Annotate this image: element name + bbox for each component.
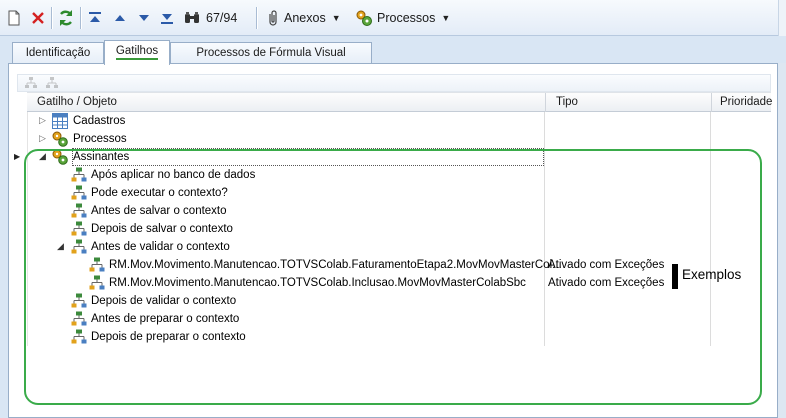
tree-row-label: Depois de preparar o contexto — [91, 331, 246, 343]
tree-row-label: Processos — [73, 133, 127, 145]
next-record-icon — [139, 15, 149, 21]
record-position-button[interactable]: 67/94 — [184, 8, 237, 28]
current-row-indicator-icon: ▶ — [14, 152, 21, 161]
first-record-button[interactable] — [88, 8, 102, 28]
tree-row-subscriber[interactable]: RM.Mov.Movimento.Manutencao.TOTVSColab.I… — [27, 274, 771, 292]
tree-row-type: Ativado com Exceções — [548, 259, 665, 271]
new-document-button[interactable] — [7, 8, 21, 28]
toolbar-separator — [80, 7, 81, 29]
processes-icon — [356, 10, 372, 26]
tree-row-label: Depois de salvar o contexto — [91, 223, 233, 235]
column-header-type[interactable]: Tipo — [545, 93, 705, 112]
tree-row-event[interactable]: Depois de validar o contexto — [27, 292, 771, 310]
tree-row-label: Pode executar o contexto? — [91, 187, 228, 199]
hierarchy-icon — [71, 185, 87, 200]
attachments-dropdown[interactable]: Anexos ▼ — [266, 8, 341, 28]
paperclip-icon — [269, 10, 277, 26]
tree-row-label: Cadastros — [73, 115, 126, 127]
first-record-icon — [89, 12, 101, 22]
tree-row-cadastros[interactable]: ▷ Cadastros — [27, 112, 771, 130]
tree-row-event[interactable]: Depois de salvar o contexto — [27, 220, 771, 238]
annotation-label: Exemplos — [682, 267, 742, 282]
last-record-button[interactable] — [160, 8, 174, 28]
tab-strip: Identificação Gatilhos Processos de Fórm… — [0, 36, 786, 65]
chevron-down-icon: ▼ — [331, 13, 341, 23]
window-edge — [778, 63, 786, 418]
grid-toolbar — [17, 74, 771, 92]
tree-row-label: RM.Mov.Movimento.Manutencao.TOTVSColab.I… — [109, 277, 526, 289]
main-toolbar: 67/94 Anexos ▼ Processos ▼ — [0, 0, 786, 36]
hierarchy-icon — [71, 293, 87, 308]
processes-icon — [52, 149, 68, 165]
tree-row-label: Depois de validar o contexto — [91, 295, 237, 307]
processes-icon — [52, 131, 68, 147]
tree-row-label: Assinantes — [72, 148, 544, 166]
tab-label: Processos de Fórmula Visual — [196, 47, 346, 59]
grid-icon — [52, 113, 68, 129]
tree-row-subscriber[interactable]: RM.Mov.Movimento.Manutencao.TOTVSColab.F… — [27, 256, 771, 274]
hierarchy-icon — [71, 203, 87, 218]
expand-icon[interactable]: ▷ — [39, 133, 46, 144]
tab-processos-formula-visual[interactable]: Processos de Fórmula Visual — [170, 42, 372, 64]
tree-row-label: RM.Mov.Movimento.Manutencao.TOTVSColab.F… — [109, 259, 562, 271]
hierarchy-icon[interactable] — [24, 76, 38, 90]
hierarchy-icon — [89, 257, 105, 272]
column-header-priority[interactable]: Prioridade — [711, 93, 772, 112]
processes-label: Processos — [377, 11, 436, 25]
collapse-icon[interactable]: ◢ — [39, 151, 46, 162]
tree-row-event[interactable]: ◢ Antes de validar o contexto — [27, 238, 771, 256]
previous-record-button[interactable] — [113, 8, 127, 28]
tree-row-label: Antes de validar o contexto — [91, 241, 230, 253]
triggers-panel: Gatilho / Objeto Tipo Prioridade ▷ Cadas… — [8, 63, 778, 418]
tab-gatilhos[interactable]: Gatilhos — [104, 40, 170, 65]
last-record-icon — [161, 14, 173, 24]
delete-button[interactable] — [31, 8, 45, 28]
tab-label: Identificação — [25, 47, 91, 59]
refresh-icon — [59, 10, 73, 26]
hierarchy-icon — [89, 275, 105, 290]
tree-row-label: Antes de preparar o contexto — [91, 313, 240, 325]
binoculars-icon — [185, 12, 199, 23]
tree-row-label: Antes de salvar o contexto — [91, 205, 227, 217]
tree-row-type: Ativado com Exceções — [548, 277, 665, 289]
tab-identificacao[interactable]: Identificação — [12, 42, 104, 64]
hierarchy-icon — [71, 239, 87, 254]
tree-row-event[interactable]: Antes de salvar o contexto — [27, 202, 771, 220]
toolbar-edge — [778, 0, 786, 36]
tree-row-event[interactable]: Antes de preparar o contexto — [27, 310, 771, 328]
hierarchy-icon — [71, 221, 87, 236]
new-document-icon — [8, 10, 20, 26]
tree-row-event[interactable]: Depois de preparar o contexto — [27, 328, 771, 346]
attachments-label: Anexos — [284, 11, 326, 25]
tree-row-assinantes[interactable]: ▶ ◢ Assinantes — [14, 148, 771, 166]
previous-record-icon — [115, 15, 125, 21]
record-position-text: 67/94 — [206, 11, 238, 25]
delete-icon — [32, 12, 44, 24]
tree-row-event[interactable]: Pode executar o contexto? — [27, 184, 771, 202]
refresh-button[interactable] — [58, 8, 74, 28]
hierarchy-icon[interactable] — [45, 76, 59, 90]
tree-row-processos[interactable]: ▷ Processos — [27, 130, 771, 148]
next-record-button[interactable] — [137, 8, 151, 28]
toolbar-separator — [256, 7, 257, 29]
collapse-icon[interactable]: ◢ — [57, 241, 64, 252]
hierarchy-icon — [71, 311, 87, 326]
hierarchy-icon — [71, 167, 87, 182]
tree-row-label: Após aplicar no banco de dados — [91, 169, 256, 181]
toolbar-separator — [51, 7, 52, 29]
processes-dropdown[interactable]: Processos ▼ — [355, 8, 450, 28]
column-header-trigger[interactable]: Gatilho / Objeto — [27, 93, 537, 112]
hierarchy-icon — [71, 329, 87, 344]
annotation-bar — [672, 264, 678, 289]
grid-header: Gatilho / Objeto Tipo Prioridade — [27, 92, 772, 112]
expand-icon[interactable]: ▷ — [39, 115, 46, 126]
chevron-down-icon: ▼ — [441, 13, 451, 23]
tree-row-event[interactable]: Após aplicar no banco de dados — [27, 166, 771, 184]
tab-label: Gatilhos — [115, 45, 159, 60]
